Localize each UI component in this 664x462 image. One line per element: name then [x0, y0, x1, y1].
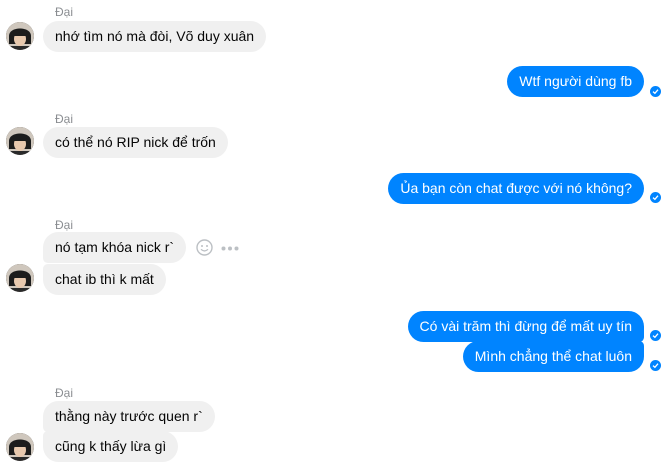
avatar[interactable]: [6, 264, 34, 292]
outgoing-message[interactable]: Mình chẳng thể chat luôn: [462, 341, 644, 372]
outgoing-message[interactable]: Có vài trăm thì đừng để mất uy tín: [407, 311, 644, 342]
avatar-image: [6, 264, 34, 292]
avatar[interactable]: [6, 127, 34, 155]
sender-name: Đại: [55, 218, 74, 232]
incoming-message[interactable]: có thể nó RIP nick để trốn: [43, 127, 228, 158]
sender-name: Đại: [55, 386, 74, 400]
more-options-icon[interactable]: [221, 246, 239, 251]
avatar-image: [6, 22, 34, 50]
outgoing-message[interactable]: Ủa bạn còn chat được với nó không?: [388, 173, 644, 204]
incoming-message[interactable]: nó tạm khóa nick r`: [43, 232, 187, 263]
sender-name: Đại: [55, 5, 74, 19]
sender-name: Đại: [55, 112, 74, 126]
incoming-message[interactable]: cũng k thấy lừa gì: [43, 431, 179, 462]
avatar[interactable]: [6, 22, 34, 50]
read-receipt-check-icon: [650, 86, 661, 97]
outgoing-message[interactable]: Wtf người dùng fb: [507, 66, 644, 97]
read-receipt-check-icon: [650, 330, 661, 341]
incoming-message[interactable]: chat ib thì k mất: [43, 264, 166, 295]
incoming-message[interactable]: thằng này trước quen r`: [43, 401, 215, 432]
react-smiley-icon[interactable]: [196, 239, 213, 256]
avatar[interactable]: [6, 433, 34, 461]
read-receipt-check-icon: [650, 360, 661, 371]
read-receipt-check-icon: [650, 192, 661, 203]
avatar-image: [6, 433, 34, 461]
avatar-image: [6, 127, 34, 155]
incoming-message[interactable]: nhớ tìm nó mà đòi, Võ duy xuân: [43, 21, 267, 52]
